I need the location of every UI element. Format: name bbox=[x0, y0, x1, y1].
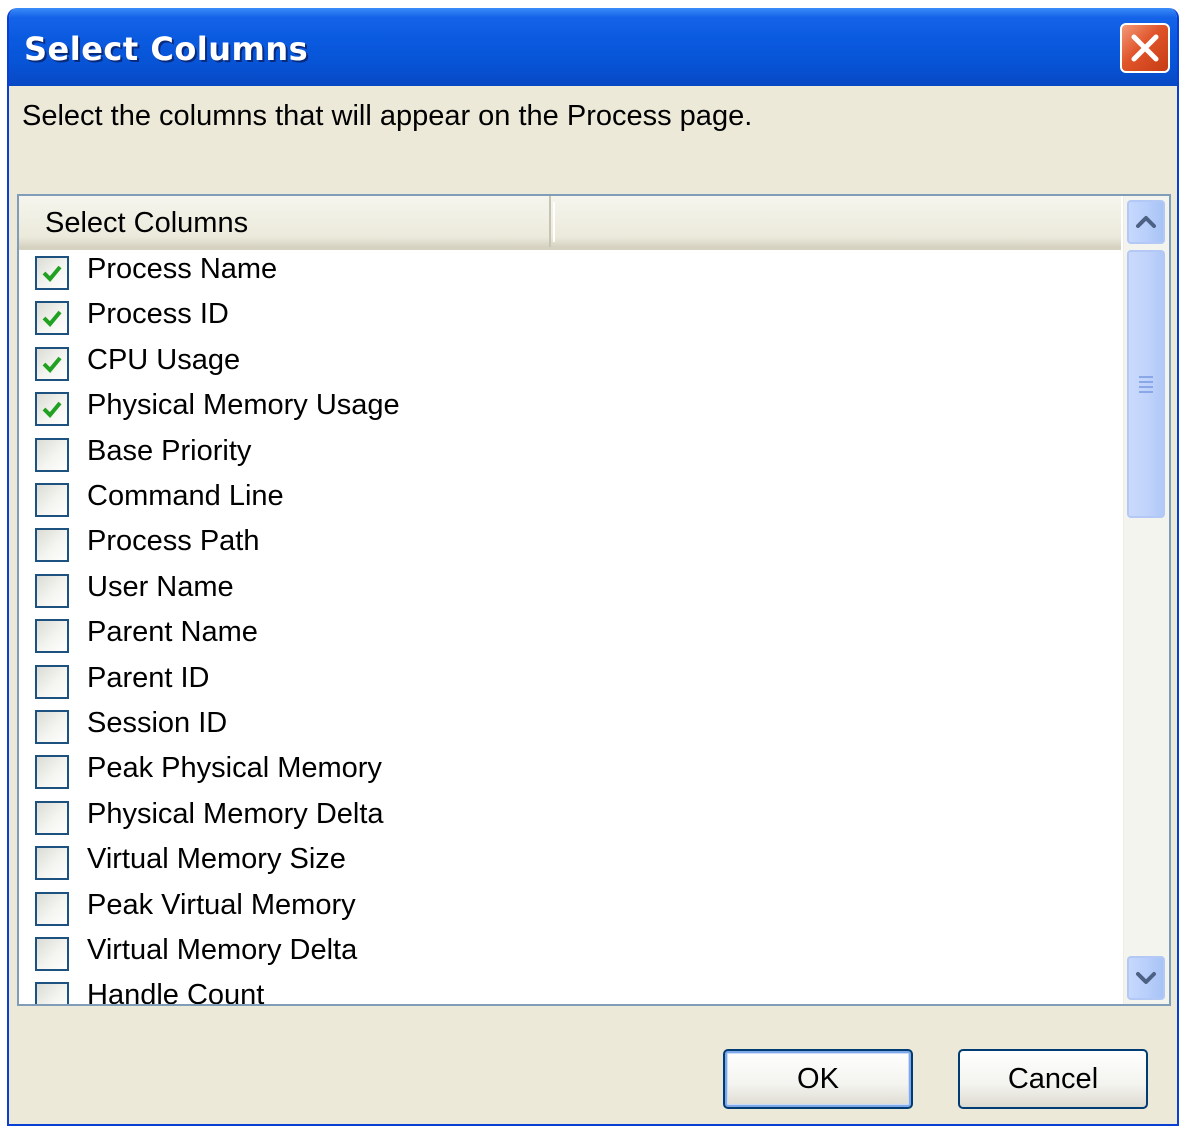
list-item[interactable]: User Name bbox=[19, 568, 1121, 613]
checkmark-icon bbox=[42, 311, 62, 328]
list-item-label: Virtual Memory Delta bbox=[87, 934, 358, 966]
title-bar[interactable]: Select Columns bbox=[9, 8, 1177, 86]
item-checkbox[interactable] bbox=[35, 937, 69, 971]
chevron-down-icon bbox=[1136, 972, 1156, 984]
item-checkbox[interactable] bbox=[35, 891, 69, 926]
list-item-label: Peak Virtual Memory bbox=[87, 888, 356, 921]
close-icon bbox=[1131, 34, 1159, 62]
header-separator bbox=[553, 202, 555, 242]
item-checkbox[interactable] bbox=[35, 346, 69, 381]
list-item[interactable]: Process ID bbox=[19, 295, 1121, 340]
item-checkbox[interactable] bbox=[35, 483, 69, 517]
list-item[interactable]: Process Name bbox=[19, 250, 1121, 295]
list-item-label: Process Path bbox=[87, 525, 260, 558]
list-item-label: Base Priority bbox=[87, 434, 252, 467]
list-item-label: Peak Physical Memory bbox=[87, 752, 382, 785]
list-item[interactable]: Peak Physical Memory bbox=[19, 749, 1121, 794]
item-checkbox[interactable] bbox=[35, 256, 69, 290]
item-checkbox[interactable] bbox=[35, 437, 69, 472]
list-item[interactable]: Physical Memory Usage bbox=[19, 386, 1121, 431]
chevron-up-icon bbox=[1136, 216, 1156, 228]
dialog-title: Select Columns bbox=[24, 30, 309, 68]
item-checkbox[interactable] bbox=[35, 573, 69, 608]
close-button[interactable] bbox=[1120, 23, 1170, 73]
list-item[interactable]: Session ID bbox=[19, 704, 1121, 749]
list-item[interactable]: Parent ID bbox=[19, 659, 1121, 704]
checkmark-icon bbox=[42, 265, 62, 282]
item-checkbox[interactable] bbox=[35, 619, 69, 654]
item-checkbox[interactable] bbox=[35, 846, 69, 881]
list-item-label: Session ID bbox=[87, 707, 228, 739]
list-item[interactable]: Virtual Memory Size bbox=[19, 840, 1121, 885]
item-checkbox[interactable] bbox=[35, 982, 69, 1004]
item-checkbox[interactable] bbox=[35, 755, 69, 790]
item-checkbox[interactable] bbox=[35, 528, 69, 563]
column-header-select-columns[interactable]: Select Columns bbox=[19, 196, 551, 247]
list-header: Select Columns bbox=[19, 196, 1121, 250]
item-checkbox[interactable] bbox=[35, 664, 69, 699]
list-item-label: Virtual Memory Size bbox=[87, 843, 346, 876]
list-item-label: CPU Usage bbox=[87, 343, 241, 376]
list-item[interactable]: Physical Memory Delta bbox=[19, 795, 1121, 840]
checkmark-icon bbox=[42, 356, 62, 373]
item-checkbox[interactable] bbox=[35, 710, 69, 744]
cancel-button[interactable]: Cancel bbox=[958, 1049, 1148, 1109]
list-item-label: Command Line bbox=[87, 480, 284, 512]
list-item-label: Process Name bbox=[87, 253, 278, 285]
ok-button[interactable]: OK bbox=[723, 1049, 913, 1109]
list-item-label: Process ID bbox=[87, 298, 229, 331]
list-item[interactable]: Parent Name bbox=[19, 613, 1121, 658]
list-item[interactable]: Peak Virtual Memory bbox=[19, 886, 1121, 931]
item-checkbox[interactable] bbox=[35, 301, 69, 336]
scroll-up-button[interactable] bbox=[1127, 200, 1165, 244]
list-item[interactable]: Handle Count bbox=[19, 976, 1121, 1006]
select-columns-dialog: Select Columns Select the columns that w… bbox=[7, 8, 1179, 1126]
scroll-thumb[interactable] bbox=[1127, 250, 1165, 518]
list-item-label: User Name bbox=[87, 570, 234, 603]
list-item-label: Physical Memory Usage bbox=[87, 389, 400, 422]
checkmark-icon bbox=[42, 401, 62, 419]
item-checkbox[interactable] bbox=[35, 392, 69, 427]
scroll-grip bbox=[1139, 376, 1153, 396]
list-item[interactable]: Process Path bbox=[19, 522, 1121, 567]
list-item-label: Handle Count bbox=[87, 979, 265, 1006]
scroll-down-button[interactable] bbox=[1127, 956, 1165, 1000]
list-item-label: Parent ID bbox=[87, 661, 210, 694]
list-item[interactable]: Base Priority bbox=[19, 432, 1121, 477]
columns-list[interactable]: Select Columns Process Name Process ID CPU… bbox=[17, 194, 1171, 1006]
instruction-text: Select the columns that will appear on t… bbox=[22, 100, 753, 132]
list-item-label: Physical Memory Delta bbox=[87, 797, 384, 830]
list-rows: Process Name Process ID CPU Usage Physical … bbox=[19, 250, 1121, 1006]
list-item-label: Parent Name bbox=[87, 616, 258, 649]
vertical-scrollbar[interactable] bbox=[1123, 196, 1169, 1004]
list-item[interactable]: Command Line bbox=[19, 477, 1121, 522]
item-checkbox[interactable] bbox=[35, 800, 69, 835]
column-header-label: Select Columns bbox=[45, 207, 249, 239]
list-item[interactable]: Virtual Memory Delta bbox=[19, 931, 1121, 976]
list-item[interactable]: CPU Usage bbox=[19, 341, 1121, 386]
